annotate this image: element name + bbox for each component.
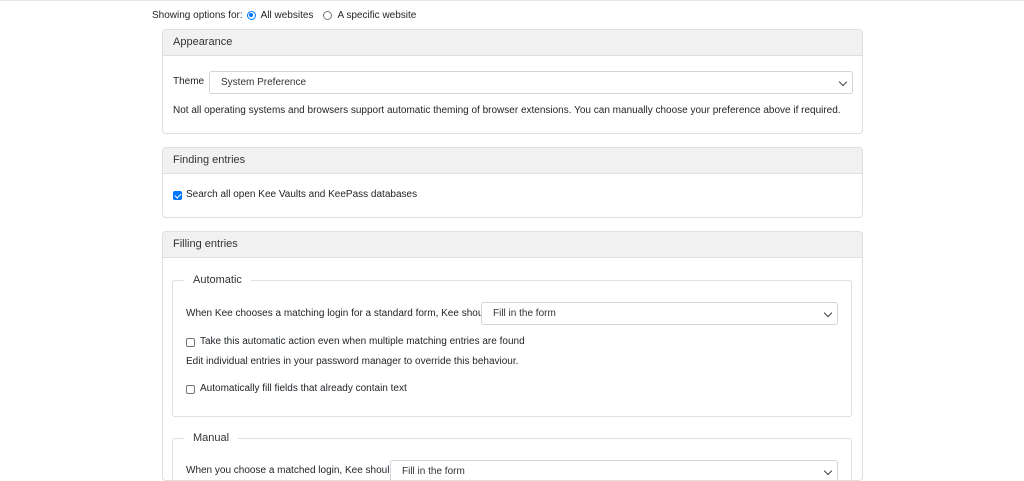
finding-entries-card: Finding entries Search all open Kee Vaul… — [162, 147, 863, 218]
top-divider — [0, 0, 1024, 1]
automatic-action-value: Fill in the form — [493, 308, 556, 319]
multiple-entries-checkbox[interactable] — [186, 338, 195, 347]
filling-entries-header: Filling entries — [163, 232, 862, 258]
fill-existing-label[interactable]: Automatically fill fields that already c… — [200, 383, 407, 394]
appearance-header: Appearance — [163, 30, 862, 56]
specific-website-radio[interactable] — [323, 10, 333, 20]
search-all-label[interactable]: Search all open Kee Vaults and KeePass d… — [186, 189, 417, 200]
all-websites-radio[interactable] — [246, 10, 256, 20]
manual-action-label: When you choose a matched login, Kee sho… — [186, 465, 396, 476]
filling-entries-card: Filling entries Automatic When Kee choos… — [162, 231, 863, 481]
scope-label: Showing options for: — [152, 9, 243, 21]
chevron-down-icon — [838, 77, 848, 87]
theme-note: Not all operating systems and browsers s… — [173, 105, 841, 116]
override-note: Edit individual entries in your password… — [186, 356, 519, 367]
chevron-down-icon — [823, 466, 833, 476]
manual-action-select[interactable]: Fill in the form — [390, 460, 838, 480]
automatic-fieldset: Automatic When Kee chooses a matching lo… — [172, 274, 852, 417]
automatic-legend: Automatic — [184, 274, 251, 286]
multiple-entries-label[interactable]: Take this automatic action even when mul… — [200, 336, 525, 347]
automatic-action-select[interactable]: Fill in the form — [481, 302, 838, 325]
chevron-down-icon — [823, 308, 833, 318]
appearance-card: Appearance Theme System Preference Not a… — [162, 29, 863, 134]
automatic-action-label: When Kee chooses a matching login for a … — [186, 308, 492, 319]
theme-label: Theme — [173, 76, 205, 87]
all-websites-label[interactable]: All websites — [261, 10, 314, 21]
scope-selector: Showing options for: All websites A spec… — [152, 9, 416, 21]
search-all-checkbox[interactable] — [173, 191, 182, 200]
specific-website-label[interactable]: A specific website — [337, 10, 416, 21]
theme-select-value: System Preference — [221, 77, 307, 88]
finding-entries-header: Finding entries — [163, 148, 862, 174]
fill-existing-checkbox[interactable] — [186, 385, 195, 394]
manual-fieldset: Manual When you choose a matched login, … — [172, 432, 852, 480]
manual-action-value: Fill in the form — [402, 466, 465, 477]
manual-legend: Manual — [184, 432, 239, 444]
theme-select[interactable]: System Preference — [209, 71, 853, 94]
